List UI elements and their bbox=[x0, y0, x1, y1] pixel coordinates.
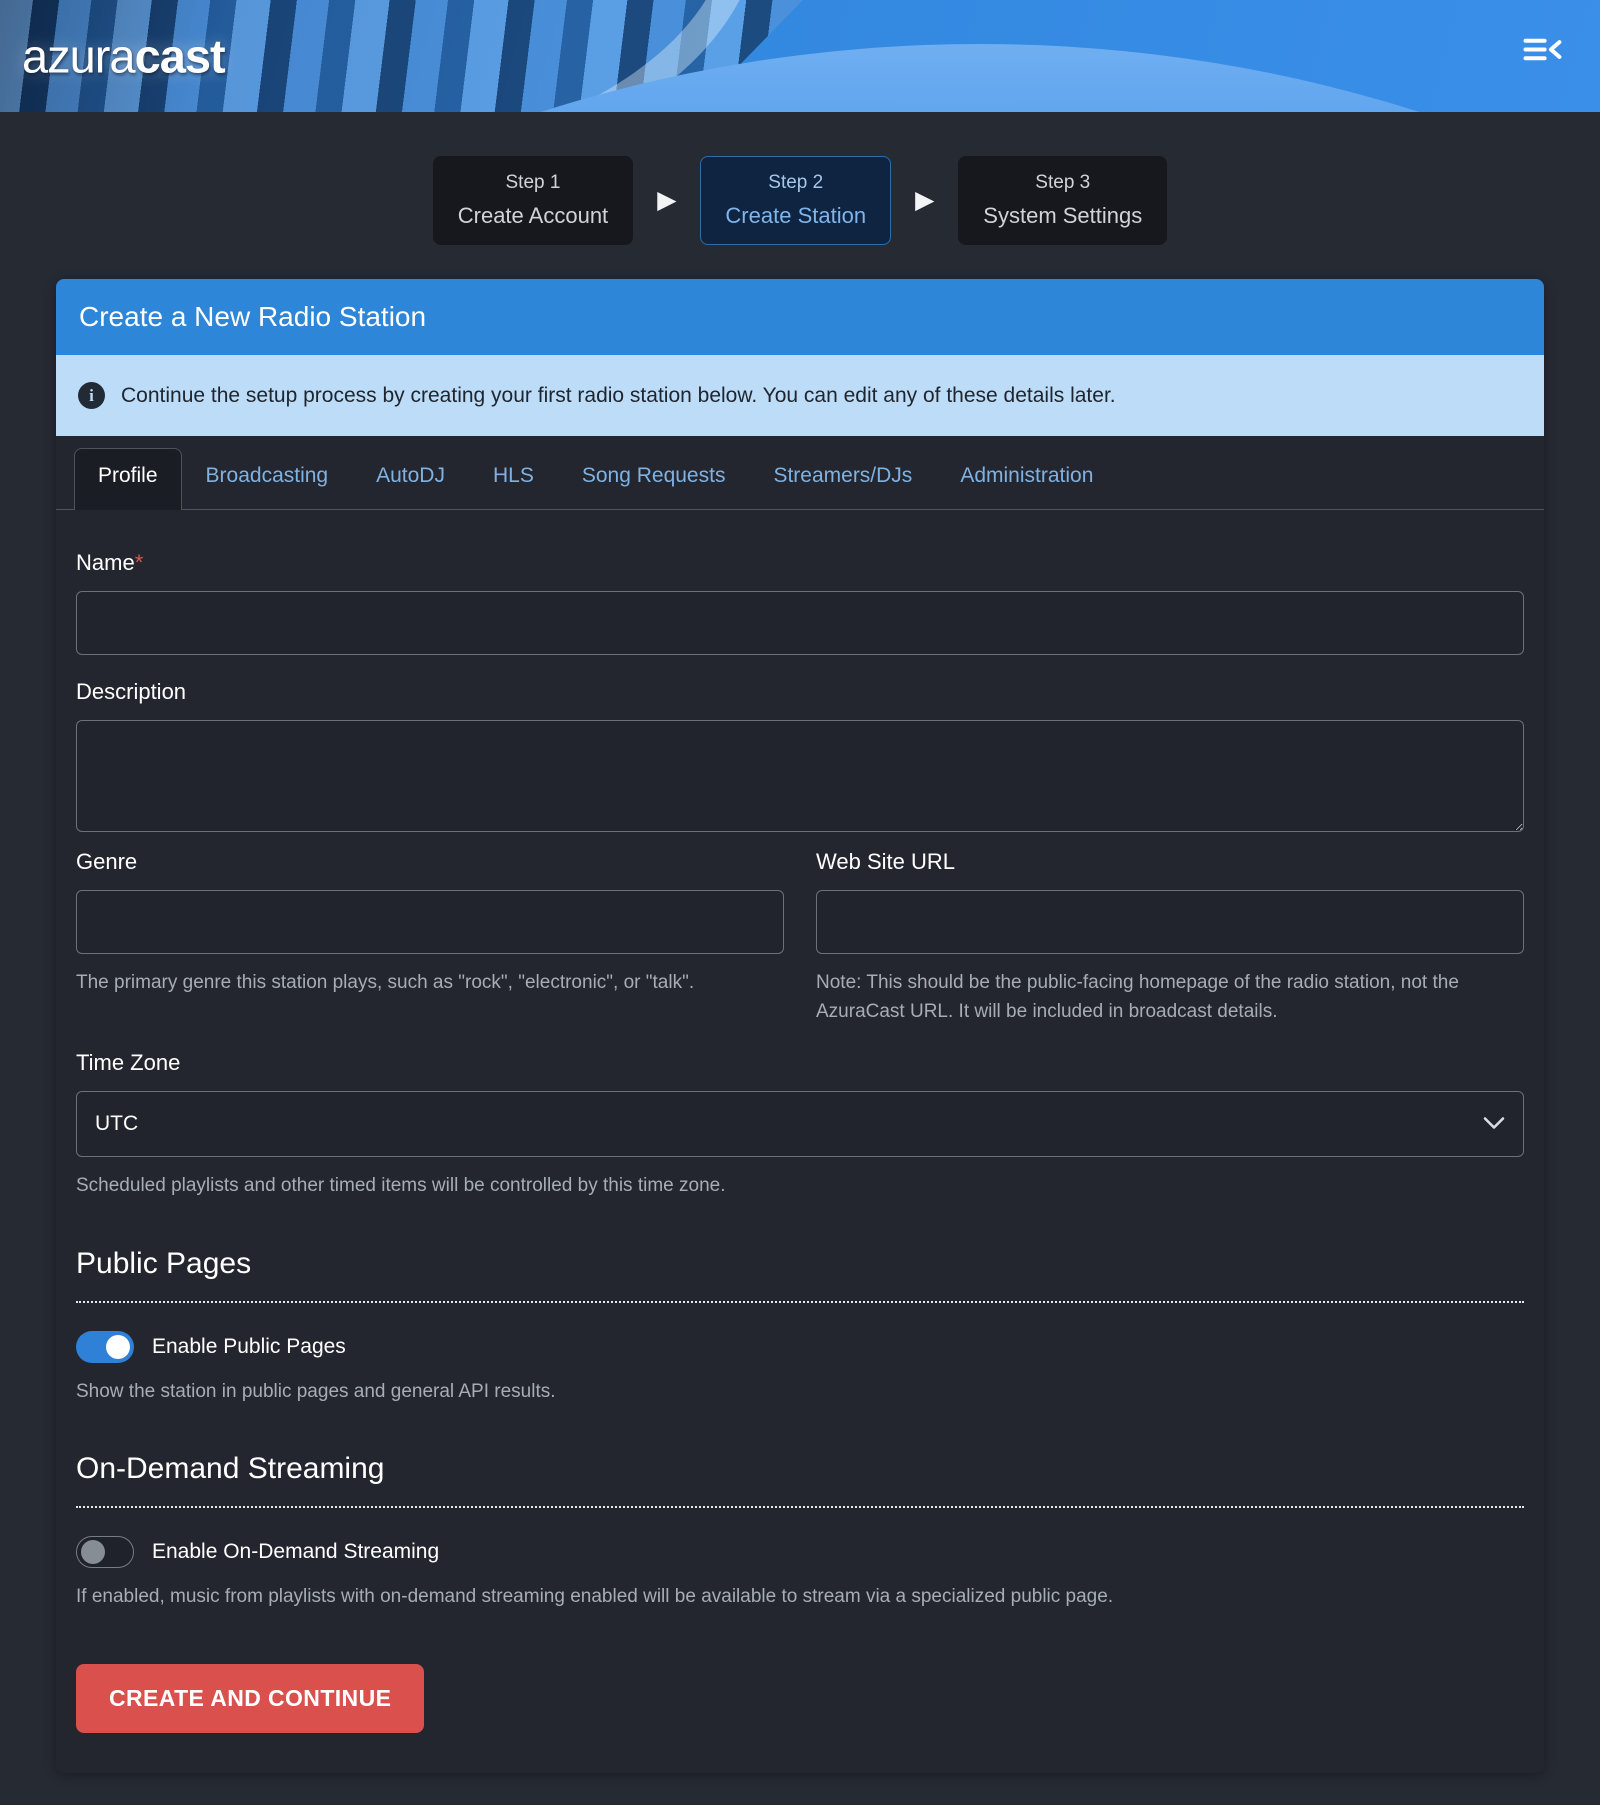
website-url-input[interactable] bbox=[816, 890, 1524, 954]
step-number: Step 3 bbox=[983, 172, 1142, 194]
name-input[interactable] bbox=[76, 591, 1524, 655]
timezone-select[interactable]: UTC bbox=[76, 1091, 1524, 1157]
step-number: Step 1 bbox=[458, 172, 608, 194]
genre-website-row: Genre The primary genre this station pla… bbox=[76, 837, 1524, 1026]
public-pages-help-text: Show the station in public pages and gen… bbox=[76, 1378, 1524, 1407]
timezone-help-text: Scheduled playlists and other timed item… bbox=[76, 1172, 1524, 1201]
setup-step-wizard: Step 1 Create Account ▶ Step 2 Create St… bbox=[0, 156, 1600, 245]
tab-song-requests[interactable]: Song Requests bbox=[558, 448, 750, 509]
description-textarea[interactable] bbox=[76, 720, 1524, 832]
card-header: Create a New Radio Station bbox=[56, 279, 1544, 355]
logo-light-text: azura bbox=[22, 30, 135, 83]
description-label: Description bbox=[76, 679, 1524, 705]
genre-input[interactable] bbox=[76, 890, 784, 954]
enable-on-demand-label: Enable On-Demand Streaming bbox=[152, 1540, 439, 1564]
website-url-help-text: Note: This should be the public-facing h… bbox=[816, 969, 1524, 1026]
step-name: Create Account bbox=[458, 203, 608, 229]
tab-autodj[interactable]: AutoDJ bbox=[352, 448, 469, 509]
enable-on-demand-toggle[interactable] bbox=[76, 1536, 134, 1568]
info-alert-text: Continue the setup process by creating y… bbox=[121, 384, 1116, 408]
tab-hls[interactable]: HLS bbox=[469, 448, 558, 509]
genre-label: Genre bbox=[76, 849, 784, 875]
step-name: System Settings bbox=[983, 203, 1142, 229]
dotted-divider bbox=[76, 1301, 1524, 1303]
step-1-create-account[interactable]: Step 1 Create Account bbox=[433, 156, 633, 245]
enable-public-pages-label: Enable Public Pages bbox=[152, 1335, 346, 1359]
tab-broadcasting[interactable]: Broadcasting bbox=[182, 448, 353, 509]
enable-on-demand-row: Enable On-Demand Streaming bbox=[76, 1536, 1524, 1568]
step-arrow-icon: ▶ bbox=[915, 188, 934, 213]
timezone-label: Time Zone bbox=[76, 1050, 1524, 1076]
step-arrow-icon: ▶ bbox=[657, 188, 676, 213]
step-3-system-settings[interactable]: Step 3 System Settings bbox=[958, 156, 1167, 245]
toggle-knob bbox=[106, 1335, 130, 1359]
step-number: Step 2 bbox=[725, 172, 866, 194]
create-station-card: Create a New Radio Station i Continue th… bbox=[56, 279, 1544, 1773]
genre-field-group: Genre The primary genre this station pla… bbox=[76, 837, 784, 1026]
menu-open-icon[interactable] bbox=[1522, 34, 1562, 70]
station-tabs: Profile Broadcasting AutoDJ HLS Song Req… bbox=[56, 436, 1544, 510]
on-demand-streaming-heading: On-Demand Streaming bbox=[76, 1452, 1524, 1486]
public-pages-heading: Public Pages bbox=[76, 1247, 1524, 1281]
azuracast-logo: azuracast bbox=[22, 29, 225, 84]
create-and-continue-button[interactable]: CREATE AND CONTINUE bbox=[76, 1664, 424, 1733]
tab-administration[interactable]: Administration bbox=[936, 448, 1117, 509]
on-demand-help-text: If enabled, music from playlists with on… bbox=[76, 1583, 1524, 1612]
step-name: Create Station bbox=[725, 203, 866, 229]
top-banner: azuracast bbox=[0, 0, 1600, 112]
logo-bold-text: cast bbox=[135, 30, 225, 83]
step-2-create-station[interactable]: Step 2 Create Station bbox=[700, 156, 891, 245]
chevron-down-icon bbox=[1483, 1112, 1505, 1136]
website-url-label: Web Site URL bbox=[816, 849, 1524, 875]
tab-profile[interactable]: Profile bbox=[74, 448, 182, 510]
setup-info-alert: i Continue the setup process by creating… bbox=[56, 355, 1544, 436]
website-field-group: Web Site URL Note: This should be the pu… bbox=[816, 837, 1524, 1026]
enable-public-pages-row: Enable Public Pages bbox=[76, 1331, 1524, 1363]
required-asterisk: * bbox=[135, 550, 144, 575]
enable-public-pages-toggle[interactable] bbox=[76, 1331, 134, 1363]
tab-streamers-djs[interactable]: Streamers/DJs bbox=[749, 448, 936, 509]
timezone-selected-value: UTC bbox=[95, 1112, 138, 1136]
name-label: Name* bbox=[76, 550, 1524, 576]
genre-help-text: The primary genre this station plays, su… bbox=[76, 969, 784, 998]
dotted-divider bbox=[76, 1506, 1524, 1508]
toggle-knob bbox=[81, 1540, 105, 1564]
profile-tab-content: Name* Description Genre The primary genr… bbox=[56, 510, 1544, 1773]
page-title: Create a New Radio Station bbox=[79, 301, 1521, 333]
info-icon: i bbox=[78, 382, 105, 409]
